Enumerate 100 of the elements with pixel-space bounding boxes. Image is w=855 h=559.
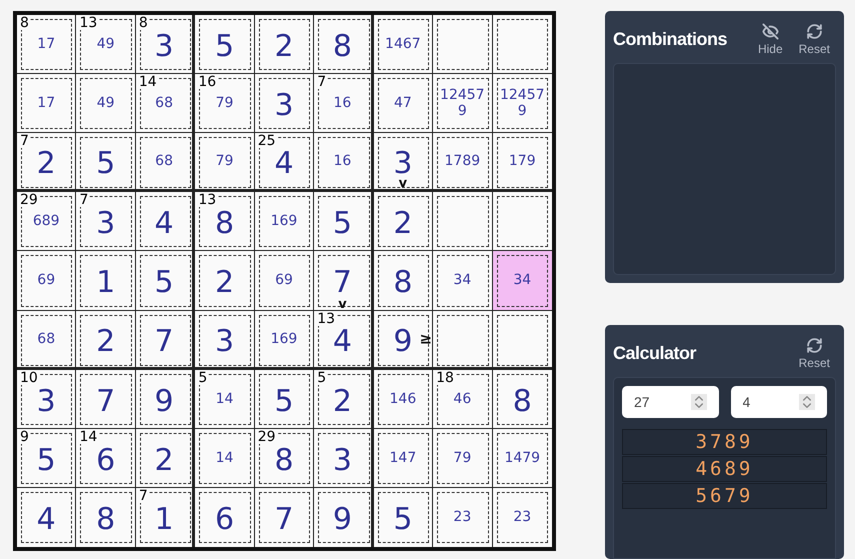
number-input[interactable]: 27 xyxy=(622,386,718,418)
candidate-digits: 1479 xyxy=(503,450,542,466)
cell-digit: 8 xyxy=(512,386,532,417)
sudoku-cell[interactable] xyxy=(492,192,552,252)
sudoku-cell[interactable]: 69 xyxy=(17,251,76,311)
sudoku-cell[interactable]: 1467 xyxy=(374,15,434,74)
sudoku-cell[interactable]: 7 xyxy=(136,310,196,370)
inequality-sign: ≥ xyxy=(420,331,432,346)
sudoku-cell[interactable]: 8 3 xyxy=(136,15,196,74)
sudoku-cell[interactable]: 124579 xyxy=(433,74,493,134)
sudoku-cell[interactable]: 3 xyxy=(314,428,374,488)
sudoku-cell[interactable]: 6 xyxy=(195,488,255,547)
sudoku-cell[interactable]: 3 xyxy=(195,310,255,370)
candidate-digits: 69 xyxy=(36,272,56,288)
sudoku-cell[interactable]: 4 xyxy=(136,192,196,252)
sudoku-cell[interactable]: 7 xyxy=(76,370,136,429)
sudoku-cell[interactable]: 5 xyxy=(254,370,314,429)
sudoku-cell[interactable]: 169 xyxy=(254,310,314,370)
sudoku-cell[interactable]: 7 16 xyxy=(314,74,374,134)
sudoku-cell[interactable]: 23 xyxy=(433,488,493,547)
sudoku-cell[interactable] xyxy=(492,310,552,370)
sudoku-cell[interactable]: 34 xyxy=(433,251,493,311)
sudoku-cell[interactable]: 8 xyxy=(492,370,552,429)
cell-digit: 3 xyxy=(393,149,412,180)
sudoku-cell[interactable]: 29 8 xyxy=(254,428,314,488)
candidate-digits: 23 xyxy=(452,509,472,526)
sudoku-cell[interactable] xyxy=(433,310,493,370)
sudoku-cell[interactable]: 5 xyxy=(136,251,196,311)
sudoku-cell[interactable]: 5 xyxy=(76,133,136,192)
sudoku-cell[interactable]: 7 xyxy=(254,488,314,547)
sudoku-cell[interactable]: 1 xyxy=(76,251,136,311)
sudoku-cell[interactable]: 14 6 xyxy=(76,428,136,488)
sudoku-cell[interactable]: 13 4 xyxy=(314,310,374,370)
combination-result[interactable]: 4689 xyxy=(622,456,827,482)
cell-digit: 8 xyxy=(96,505,116,536)
sudoku-cell[interactable]: 2 xyxy=(76,310,136,370)
sudoku-cell[interactable]: 9 xyxy=(136,370,196,429)
sudoku-cell[interactable]: 147 xyxy=(374,428,434,488)
reset-button[interactable]: Reset xyxy=(798,337,830,370)
sudoku-cell[interactable]: 79 xyxy=(195,133,255,192)
sudoku-cell[interactable]: 179 xyxy=(492,133,552,192)
sudoku-cell[interactable]: 7 3 xyxy=(76,192,136,252)
sudoku-cell[interactable]: 7 2 xyxy=(17,133,76,192)
cell-digit: 3 xyxy=(332,446,352,476)
sudoku-cell[interactable]: 13 8 xyxy=(195,192,255,252)
sudoku-cell[interactable]: 169 xyxy=(254,192,314,252)
combination-result[interactable]: 5679 xyxy=(622,483,827,510)
sudoku-cell[interactable]: 14 68 xyxy=(136,74,196,134)
refresh-icon xyxy=(806,337,823,354)
sudoku-cell[interactable]: 8 xyxy=(76,488,136,547)
sudoku-cell[interactable]: 4 xyxy=(17,488,76,547)
sudoku-cell[interactable] xyxy=(433,15,493,74)
sudoku-cell[interactable]: 17 xyxy=(17,74,76,134)
sudoku-cell[interactable]: 3 v xyxy=(374,133,434,192)
sudoku-cell[interactable]: 1789 xyxy=(433,133,493,192)
sudoku-cell[interactable]: 8 17 xyxy=(17,15,76,74)
sudoku-cell[interactable] xyxy=(433,192,493,252)
sudoku-cell[interactable]: 18 46 xyxy=(433,370,493,429)
sudoku-cell[interactable]: 7 1 xyxy=(136,488,196,547)
sudoku-cell[interactable]: 69 xyxy=(254,251,314,311)
sudoku-cell[interactable]: 68 xyxy=(136,133,196,192)
sudoku-cell[interactable]: 5 14 xyxy=(195,370,255,429)
sudoku-cell[interactable]: 25 4 xyxy=(254,133,314,192)
sudoku-cell[interactable]: 14 xyxy=(195,428,255,488)
sudoku-cell[interactable]: 2 xyxy=(374,192,434,252)
sudoku-cell[interactable]: 9 ≥ xyxy=(374,310,434,370)
sudoku-cell[interactable]: 47 xyxy=(374,74,434,134)
sudoku-cell[interactable]: 16 xyxy=(314,133,374,192)
sudoku-cell[interactable]: 13 49 xyxy=(76,15,136,74)
sudoku-cell[interactable]: 10 3 xyxy=(17,370,76,429)
sudoku-cell[interactable]: 8 xyxy=(374,251,434,311)
sudoku-cell[interactable]: 2 xyxy=(136,428,196,488)
number-input[interactable]: 4 xyxy=(730,386,827,418)
sudoku-cell[interactable]: 9 xyxy=(314,488,374,547)
sudoku-cell[interactable] xyxy=(492,15,552,74)
cage-sum: 16 xyxy=(197,75,218,90)
sudoku-cell[interactable]: 146 xyxy=(374,370,434,429)
sudoku-cell[interactable]: 68 xyxy=(17,310,76,370)
sudoku-cell[interactable]: 9 5 xyxy=(17,428,76,488)
hide-button[interactable]: Hide xyxy=(758,23,783,55)
sudoku-cell[interactable]: 8 xyxy=(314,15,374,74)
sudoku-cell[interactable]: 29 689 xyxy=(17,192,76,252)
sudoku-cell[interactable]: 1479 xyxy=(492,428,552,488)
sudoku-cell[interactable]: 49 xyxy=(76,74,136,134)
reset-button[interactable]: Reset xyxy=(798,23,830,55)
sudoku-cell[interactable]: 2 xyxy=(195,251,255,311)
sudoku-cell[interactable]: 79 xyxy=(433,428,493,488)
sudoku-cell[interactable]: 5 2 xyxy=(314,370,374,429)
sudoku-cell[interactable]: 34 xyxy=(492,251,552,311)
sudoku-cell[interactable]: 16 79 xyxy=(195,74,255,134)
combination-result[interactable]: 3789 xyxy=(622,429,827,456)
sudoku-cell[interactable]: 5 xyxy=(374,488,434,547)
sudoku-cell[interactable]: 23 xyxy=(492,488,552,547)
cage-sum: 29 xyxy=(19,193,39,208)
candidate-digits: 169 xyxy=(270,213,298,230)
sudoku-cell[interactable]: 5 xyxy=(195,15,255,74)
sudoku-cell[interactable]: 124579 xyxy=(492,74,552,134)
sudoku-cell[interactable]: 2 xyxy=(254,15,314,74)
sudoku-cell[interactable]: 5 xyxy=(314,192,374,252)
sudoku-cell[interactable]: 3 xyxy=(254,74,314,134)
